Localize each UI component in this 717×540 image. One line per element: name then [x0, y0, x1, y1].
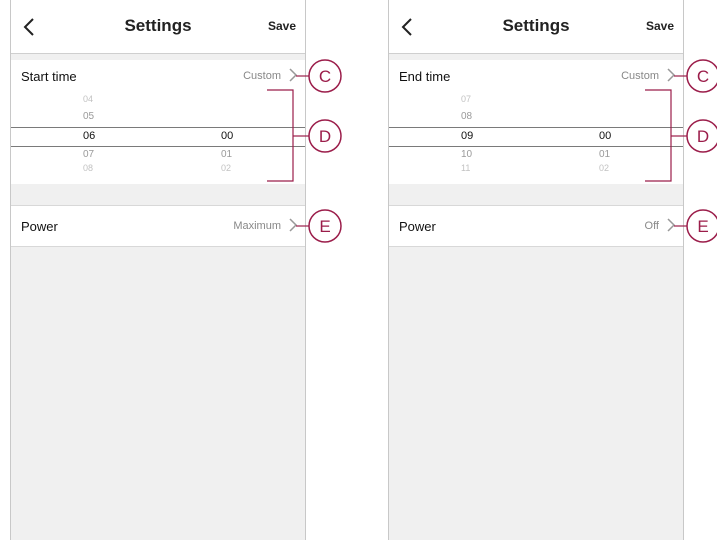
hour-option[interactable]: 08 — [461, 111, 472, 122]
callout-d-label: D — [319, 127, 331, 146]
hour-option[interactable]: 10 — [461, 149, 472, 160]
hour-option-selected[interactable]: 06 — [83, 130, 95, 142]
power-row[interactable]: Power Maximum — [11, 205, 305, 247]
callout-c-marker — [686, 59, 717, 93]
callout-d-marker — [308, 119, 342, 153]
header: Settings Save — [389, 0, 683, 54]
power-value: Maximum — [233, 220, 281, 232]
back-arrow-icon[interactable] — [398, 16, 416, 38]
hour-option[interactable]: 08 — [83, 163, 93, 173]
time-settings-card: Start time Custom 04 05 06 07 08 00 01 0… — [11, 60, 305, 184]
start-time-value: Custom — [243, 70, 281, 82]
picker-selection-top-line — [389, 127, 683, 128]
phone-screen-end: Settings Save End time Custom 07 08 09 1… — [388, 0, 684, 540]
picker-selection-bottom-line — [11, 146, 305, 147]
minute-option[interactable]: 01 — [221, 149, 232, 160]
end-time-label: End time — [399, 69, 451, 84]
hour-option[interactable]: 05 — [83, 111, 94, 122]
chevron-right-icon[interactable] — [288, 68, 298, 82]
start-time-label: Start time — [21, 69, 77, 84]
hour-option[interactable]: 07 — [461, 94, 471, 104]
hour-option-selected[interactable]: 09 — [461, 130, 473, 142]
power-row[interactable]: Power Off — [389, 205, 683, 247]
page-title: Settings — [124, 16, 192, 35]
minute-option[interactable]: 02 — [221, 163, 231, 173]
minute-option[interactable]: 02 — [599, 163, 609, 173]
save-button[interactable]: Save — [268, 19, 296, 33]
header: Settings Save — [11, 0, 305, 54]
callout-e-marker — [686, 209, 717, 243]
picker-selection-top-line — [11, 127, 305, 128]
power-label: Power — [399, 219, 436, 234]
callout-c-label: C — [697, 67, 709, 86]
callout-d-marker — [686, 119, 717, 153]
end-time-value: Custom — [621, 70, 659, 82]
hour-option[interactable]: 07 — [83, 149, 94, 160]
hour-option[interactable]: 04 — [83, 94, 93, 104]
hour-option[interactable]: 11 — [461, 163, 470, 173]
chevron-right-icon[interactable] — [666, 68, 676, 82]
page-title: Settings — [502, 16, 570, 35]
callout-c-label: C — [319, 67, 331, 86]
chevron-right-icon[interactable] — [666, 218, 676, 232]
callout-e-label: E — [697, 217, 708, 236]
power-label: Power — [21, 219, 58, 234]
callout-d-label: D — [697, 127, 709, 146]
picker-selection-bottom-line — [389, 146, 683, 147]
minute-option-selected[interactable]: 00 — [221, 130, 233, 142]
callout-e-label: E — [319, 217, 330, 236]
phone-screen-start: Settings Save Start time Custom 04 05 06… — [10, 0, 306, 540]
chevron-right-icon[interactable] — [288, 218, 298, 232]
minute-option[interactable]: 01 — [599, 149, 610, 160]
power-value: Off — [644, 220, 659, 232]
minute-option-selected[interactable]: 00 — [599, 130, 611, 142]
save-button[interactable]: Save — [646, 19, 674, 33]
back-arrow-icon[interactable] — [20, 16, 38, 38]
callout-c-marker — [308, 59, 342, 93]
time-settings-card: End time Custom 07 08 09 10 11 00 01 02 — [389, 60, 683, 184]
callout-e-marker — [308, 209, 342, 243]
